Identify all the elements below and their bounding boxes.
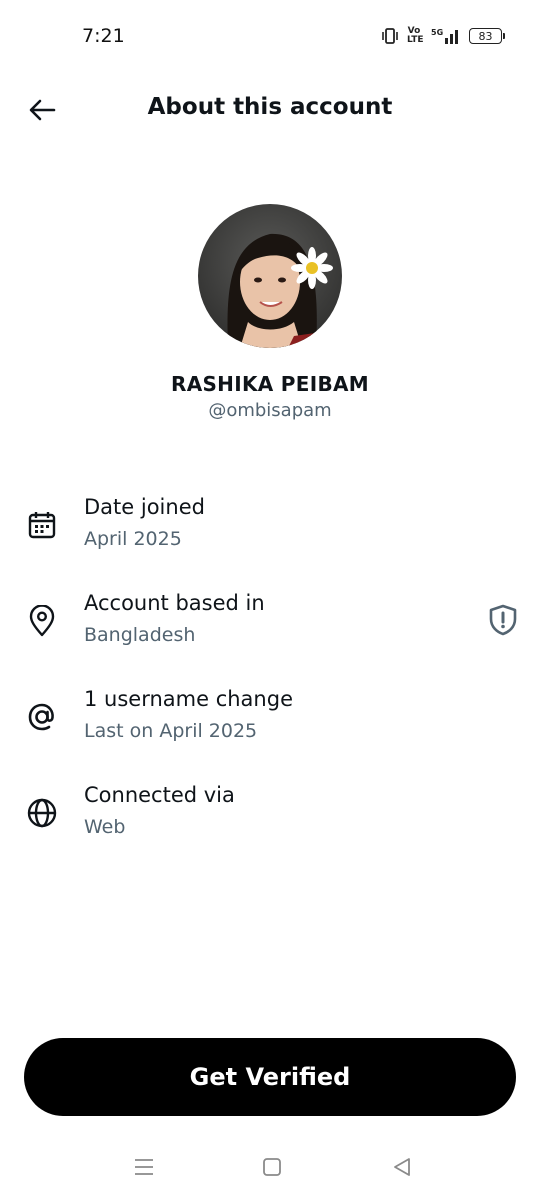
- info-row-username-change: 1 username change Last on April 2025: [0, 687, 540, 767]
- vibrate-icon: [382, 28, 398, 44]
- globe-icon: [24, 795, 60, 831]
- network-label: 5G: [431, 28, 443, 37]
- info-title: Account based in: [84, 591, 265, 615]
- info-title: Date joined: [84, 495, 205, 519]
- info-subtitle: April 2025: [84, 528, 182, 550]
- status-time: 7:21: [82, 25, 125, 47]
- page-title: About this account: [147, 94, 393, 120]
- status-icons: Vo LTE 5G 83: [381, 25, 505, 47]
- at-sign-icon: [24, 699, 60, 735]
- info-subtitle: Bangladesh: [84, 624, 196, 646]
- shield-alert-icon[interactable]: [486, 603, 520, 637]
- volte-line2: LTE: [407, 35, 424, 45]
- battery-icon: 83: [469, 28, 505, 44]
- volte-icon: Vo LTE: [407, 27, 424, 45]
- user-handle: @ombisapam: [208, 400, 332, 421]
- status-bar: 7:21 Vo LTE 5G 83: [0, 0, 540, 72]
- avatar[interactable]: [198, 204, 342, 348]
- header: About this account: [0, 72, 540, 144]
- menu-icon[interactable]: [131, 1154, 157, 1180]
- back-triangle-icon[interactable]: [389, 1154, 415, 1180]
- location-pin-icon: [24, 603, 60, 639]
- system-nav-bar: [0, 1140, 540, 1200]
- info-row-connected-via: Connected via Web: [0, 783, 540, 863]
- avatar-image: [198, 204, 342, 348]
- info-title: 1 username change: [84, 687, 293, 711]
- info-row-account-based-in: Account based in Bangladesh: [0, 591, 540, 671]
- info-subtitle: Web: [84, 816, 126, 838]
- display-name: RASHIKA PEIBAM: [171, 372, 369, 396]
- home-square-icon[interactable]: [259, 1154, 285, 1180]
- info-subtitle: Last on April 2025: [84, 720, 258, 742]
- info-row-date-joined: Date joined April 2025: [0, 495, 540, 575]
- battery-level: 83: [478, 29, 493, 43]
- flower-icon: [291, 247, 333, 289]
- signal-icon: 5G: [431, 28, 458, 44]
- get-verified-button[interactable]: Get Verified: [24, 1038, 516, 1116]
- info-title: Connected via: [84, 783, 235, 807]
- calendar-icon: [24, 507, 60, 543]
